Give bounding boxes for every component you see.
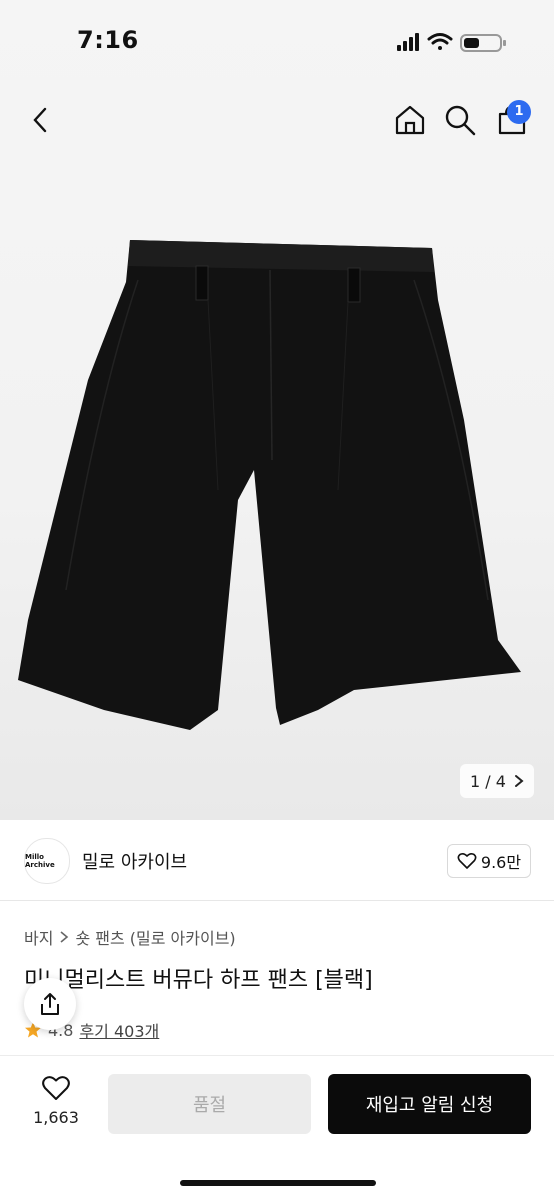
chevron-left-icon [33,107,47,133]
cart-count-badge: 1 [507,100,531,124]
back-button[interactable] [18,98,62,142]
share-button[interactable] [24,978,76,1030]
breadcrumb-subcategory[interactable]: 숏 팬츠 (밀로 아카이브) [75,925,235,949]
share-icon [41,993,59,1015]
restock-alert-button[interactable]: 재입고 알림 신청 [328,1074,531,1134]
sold-out-button: 품절 [108,1074,311,1134]
chevron-right-icon [60,931,69,943]
home-button[interactable] [388,98,432,142]
wishlist-count: 1,663 [33,1108,79,1127]
product-photo [18,240,521,730]
wifi-icon [427,33,453,50]
status-icons [397,33,506,52]
brand-like-count: 9.6만 [480,853,522,872]
top-nav [0,92,554,148]
status-bar: 7:16 [0,0,554,80]
search-icon [445,105,476,136]
home-indicator [180,1180,376,1186]
product-title: 미니멀리스트 버뮤다 하프 팬츠 [블랙] [24,968,373,993]
heart-icon [457,852,477,869]
breadcrumb: 바지 숏 팬츠 (밀로 아카이브) [24,925,236,949]
battery-icon [460,34,506,52]
gallery-pager[interactable]: 1 / 4 [460,764,534,798]
signal-icon [397,33,419,51]
review-count-link[interactable]: 후기 403개 [79,1018,159,1042]
home-icon [395,105,425,135]
wishlist-button[interactable]: 1,663 [20,1074,92,1138]
chevron-right-icon [514,775,524,787]
brand-like-button[interactable]: 9.6만 [447,844,531,878]
heart-icon [42,1076,70,1100]
product-image-gallery[interactable]: 7:16 1 1 / 4 [0,0,554,820]
brand-name[interactable]: 밀로 아카이브 [82,848,187,874]
clock: 7:16 [77,26,139,54]
brand-logo[interactable]: Millo Archive [24,838,70,884]
gallery-counter: 1 / 4 [470,771,506,791]
breadcrumb-category[interactable]: 바지 [24,925,53,949]
search-button[interactable] [438,98,482,142]
